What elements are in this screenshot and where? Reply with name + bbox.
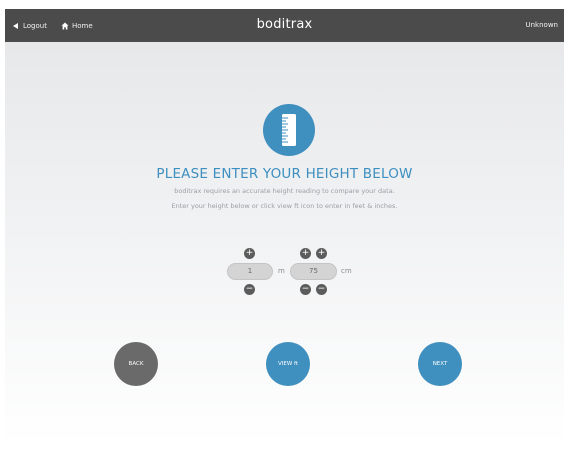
brand-logo: boditrax — [256, 17, 313, 32]
plus-icon: + — [317, 248, 326, 258]
subtitle-line-1: boditrax requires an accurate height rea… — [174, 187, 395, 195]
next-label: NEXT — [432, 361, 448, 367]
plus-icon: + — [245, 248, 254, 258]
back-button[interactable]: BACK — [114, 342, 158, 386]
cm-tens-decrement-button[interactable]: − — [300, 284, 311, 295]
minus-icon: − — [301, 284, 310, 294]
meters-decrement-button[interactable]: − — [244, 284, 255, 295]
next-button[interactable]: NEXT — [418, 342, 462, 386]
plus-icon: + — [301, 248, 310, 258]
cm-ones-decrement-button[interactable]: − — [316, 284, 327, 295]
cm-ones-increment-button[interactable]: + — [316, 248, 327, 259]
minus-icon: − — [317, 284, 326, 294]
centimeters-input[interactable]: 75 — [290, 263, 337, 280]
meters-unit: m — [278, 267, 285, 275]
centimeters-unit: cm — [341, 267, 352, 275]
ruler-icon — [263, 104, 315, 156]
view-ft-button[interactable]: VIEW ft — [266, 342, 310, 386]
view-ft-label: VIEW ft — [277, 361, 299, 367]
user-name[interactable]: Unknown — [526, 21, 559, 29]
minus-icon: − — [245, 284, 254, 294]
meters-input[interactable]: 1 — [227, 263, 273, 280]
page-title: PLEASE ENTER YOUR HEIGHT BELOW — [156, 166, 413, 182]
cm-tens-increment-button[interactable]: + — [300, 248, 311, 259]
meters-increment-button[interactable]: + — [244, 248, 255, 259]
subtitle-line-2: Enter your height below or click view ft… — [171, 202, 398, 210]
top-bar: Logout Home boditrax Unknown — [5, 9, 564, 42]
back-label: BACK — [128, 361, 144, 367]
